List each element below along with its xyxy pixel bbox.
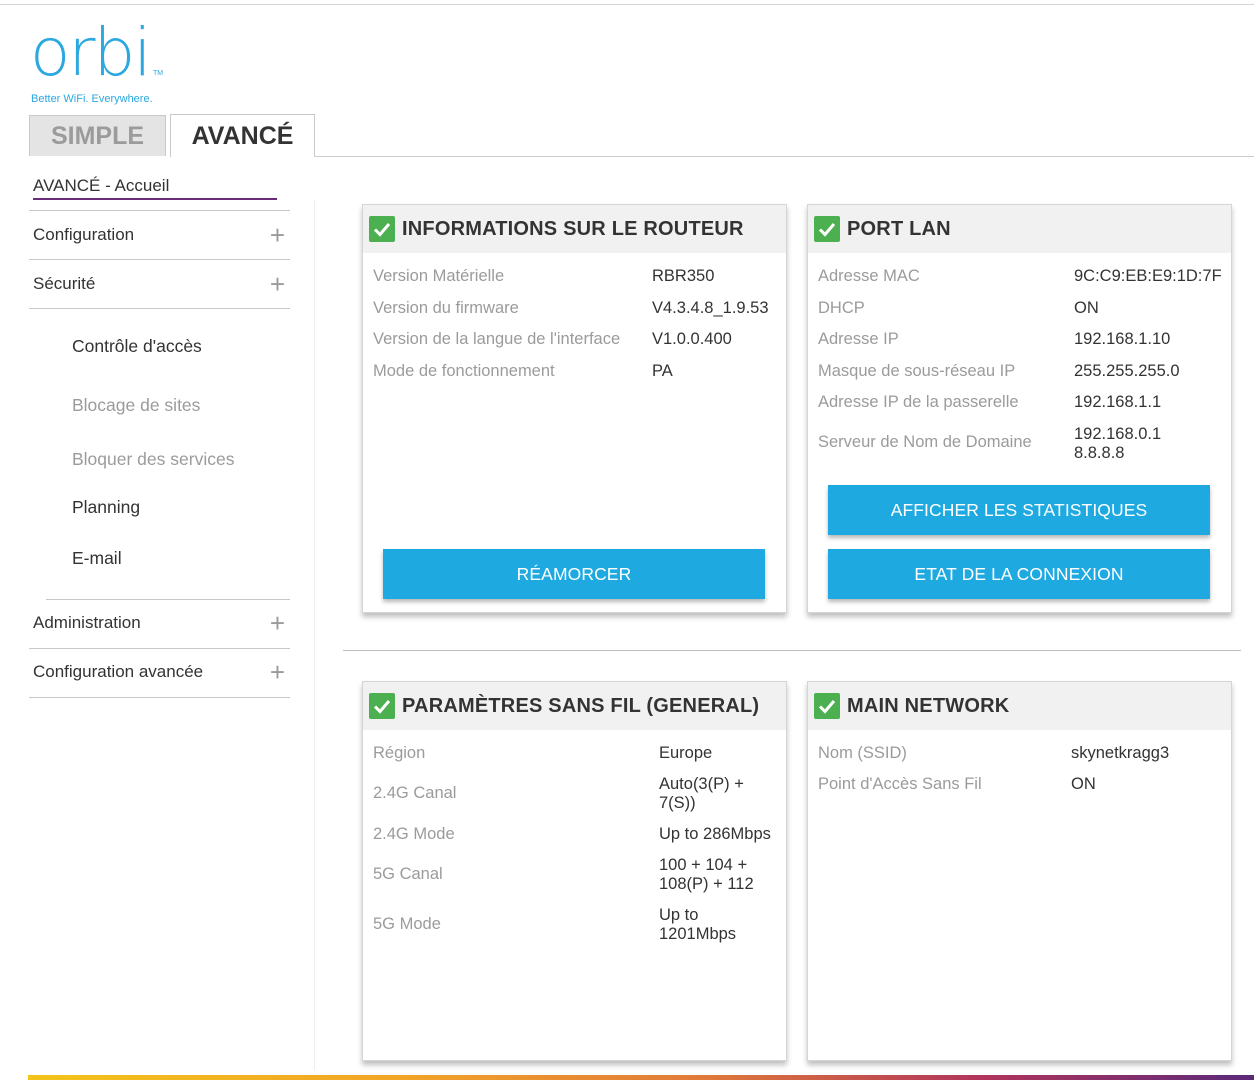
tab-baseline (314, 156, 1254, 157)
sidebar-divider (29, 210, 290, 211)
plus-icon[interactable]: + (270, 271, 285, 297)
info-value: PA (652, 362, 673, 380)
reboot-button[interactable]: RÉAMORCER (383, 549, 765, 599)
sidebar-divider (46, 599, 290, 600)
info-label: 5G Canal (373, 865, 443, 883)
info-label: Adresse IP de la passerelle (818, 393, 1019, 411)
info-label: Point d'Accès Sans Fil (818, 775, 982, 793)
info-value: V1.0.0.400 (652, 330, 732, 348)
sidebar-subitem-planning[interactable]: Planning (72, 497, 140, 518)
lan-port-panel: PORT LAN Adresse MAC 9C:C9:EB:E9:1D:7F D… (807, 204, 1232, 613)
sidebar-subitem-controle-acces[interactable]: Contrôle d'accès (72, 336, 202, 357)
info-label: Région (373, 744, 426, 762)
info-value: 1201Mbps (659, 925, 737, 943)
tab-avance[interactable]: AVANCÉ (170, 114, 315, 157)
info-label: Serveur de Nom de Domaine (818, 433, 1032, 451)
section-divider (343, 650, 1241, 651)
wireless-settings-panel: PARAMÈTRES SANS FIL (GENERAL) Région Eur… (362, 681, 787, 1061)
info-label: Version du firmware (373, 299, 519, 317)
plus-icon[interactable]: + (270, 222, 285, 248)
info-value: RBR350 (652, 267, 715, 285)
info-value: Auto(3(P) + (659, 775, 744, 793)
info-label: Version de la langue de l'interface (373, 330, 621, 348)
info-value: 8.8.8.8 (1074, 444, 1125, 462)
sidebar-subitem-bloquer-services[interactable]: Bloquer des services (72, 449, 234, 470)
logo-wordmark: orbi (30, 14, 152, 91)
plus-icon[interactable]: + (270, 659, 285, 685)
sidebar-item-label: Configuration (33, 225, 135, 244)
sidebar-item-label: Administration (33, 613, 141, 632)
sidebar-edge (314, 200, 315, 1070)
info-value: 255.255.255.0 (1074, 362, 1180, 380)
panel-title: PORT LAN (847, 217, 951, 240)
info-value: V4.3.4.8_1.9.53 (652, 299, 769, 317)
sidebar-item-label: Sécurité (33, 274, 96, 293)
show-statistics-button[interactable]: AFFICHER LES STATISTIQUES (828, 485, 1210, 535)
logo-trademark: TM (153, 70, 164, 77)
sidebar-item-administration[interactable]: Administration + (33, 608, 285, 638)
info-value: 192.168.0.1 (1074, 425, 1162, 443)
top-divider (0, 4, 1254, 5)
tab-simple[interactable]: SIMPLE (29, 115, 166, 156)
info-value: 192.168.1.1 (1074, 393, 1162, 411)
orbi-logo: orbi TM Better WiFi. Everywhere. (30, 14, 180, 108)
plus-icon[interactable]: + (270, 610, 285, 636)
sidebar-item-label: Configuration avancée (33, 662, 204, 681)
info-value: Europe (659, 744, 713, 762)
sidebar-subitem-blocage-sites[interactable]: Blocage de sites (72, 395, 200, 416)
info-value: 7(S)) (659, 794, 696, 812)
info-label: Mode de fonctionnement (373, 362, 555, 380)
sidebar-divider (29, 308, 290, 309)
panel-header: MAIN NETWORK (808, 682, 1231, 730)
info-value: skynetkragg3 (1071, 744, 1170, 762)
info-value: 9C:C9:EB:E9:1D:7F (1074, 267, 1222, 285)
check-icon (814, 216, 840, 242)
active-underline (33, 198, 277, 200)
info-value: ON (1071, 775, 1096, 793)
panel-header: PARAMÈTRES SANS FIL (GENERAL) (363, 682, 786, 730)
info-value: ON (1074, 299, 1099, 317)
panel-title: INFORMATIONS SUR LE ROUTEUR (402, 217, 744, 240)
info-label: Adresse IP (818, 330, 899, 348)
check-icon (369, 216, 395, 242)
info-label: 2.4G Canal (373, 784, 457, 802)
panel-header: PORT LAN (808, 205, 1231, 253)
sidebar-item-configuration[interactable]: Configuration + (33, 220, 285, 250)
panel-header: INFORMATIONS SUR LE ROUTEUR (363, 205, 786, 253)
sidebar-item-configuration-avancee[interactable]: Configuration avancée + (33, 657, 285, 687)
info-label: Nom (SSID) (818, 744, 907, 762)
sidebar-item-securite[interactable]: Sécurité + (33, 269, 285, 299)
info-value: Up to 286Mbps (659, 825, 771, 843)
info-value: 100 + 104 + (659, 856, 748, 874)
info-label: DHCP (818, 299, 865, 317)
info-value: 108(P) + 112 (659, 875, 754, 893)
info-label: Masque de sous-réseau IP (818, 362, 1016, 380)
sidebar-subitem-email[interactable]: E-mail (72, 548, 122, 569)
panel-title: PARAMÈTRES SANS FIL (GENERAL) (402, 694, 760, 717)
check-icon (369, 693, 395, 719)
info-label: 5G Mode (373, 915, 441, 933)
sidebar-divider (29, 648, 290, 649)
info-value: Up to (659, 906, 699, 924)
connection-status-button[interactable]: ETAT DE LA CONNEXION (828, 549, 1210, 599)
main-network-panel: MAIN NETWORK Nom (SSID) skynetkragg3 Poi… (807, 681, 1232, 1061)
info-value: 192.168.1.10 (1074, 330, 1171, 348)
logo-tagline: Better WiFi. Everywhere. (31, 93, 153, 105)
footer-gradient-bar (28, 1075, 1254, 1080)
info-label: 2.4G Mode (373, 825, 455, 843)
router-info-panel: INFORMATIONS SUR LE ROUTEUR Version Maté… (362, 204, 787, 613)
sidebar-divider (29, 259, 290, 260)
sidebar-home-link[interactable]: AVANCÉ - Accueil (33, 176, 169, 196)
info-label: Version Matérielle (373, 267, 505, 285)
panel-title: MAIN NETWORK (847, 694, 1010, 717)
sidebar-divider (29, 697, 290, 698)
info-label: Adresse MAC (818, 267, 920, 285)
check-icon (814, 693, 840, 719)
